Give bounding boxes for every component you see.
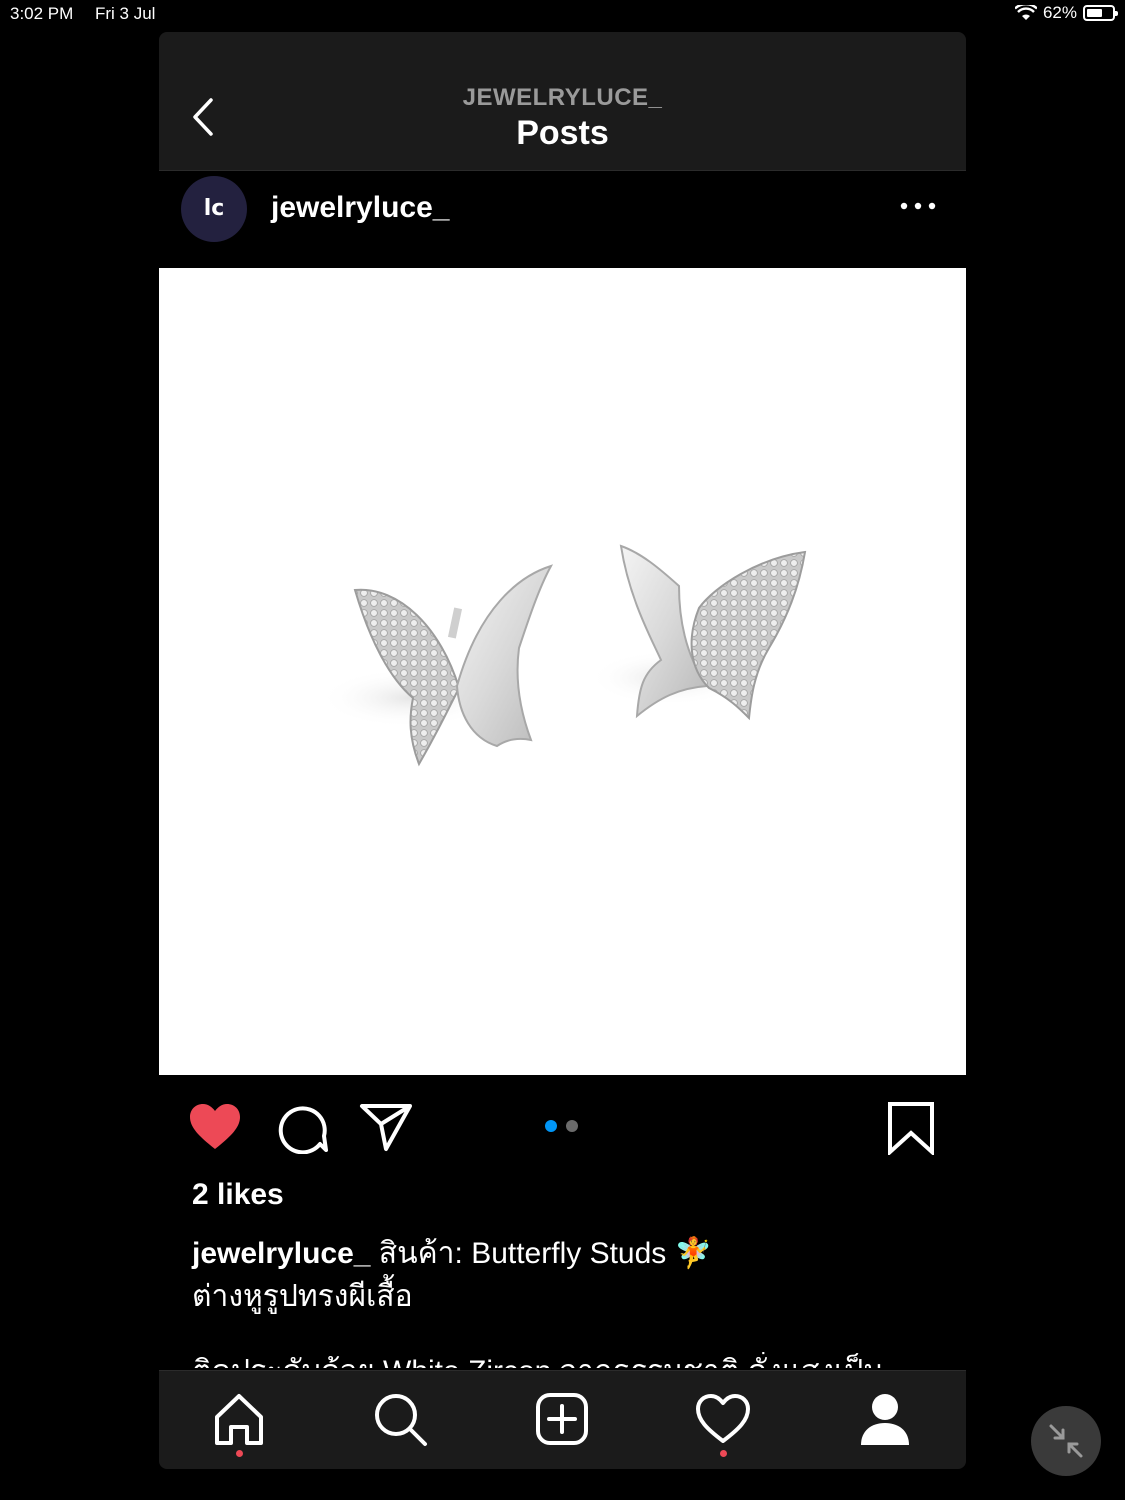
status-time: 3:02 PM [10,4,74,23]
status-bar: 3:02 PM Fri 3 Jul 62% [0,0,1125,30]
caption-line-3: ติดประดับด้วย White Zircon จากธรรมชาติ ด… [192,1352,932,1368]
carousel-dot-active [545,1120,557,1132]
avatar-monogram: lc [203,196,225,221]
minimize-arrows-icon [1049,1424,1083,1458]
home-icon [215,1394,263,1445]
comment-icon[interactable] [276,1102,328,1154]
carousel-indicator [545,1120,578,1132]
home-notification-dot [236,1450,243,1457]
caption-text: สินค้า: Butterfly Studs 🧚 [370,1237,712,1270]
caption-author[interactable]: jewelryluce_ [192,1237,370,1270]
page-title: Posts [516,114,609,152]
more-options-icon[interactable] [900,199,936,213]
likes-count[interactable]: 2 likes [192,1178,284,1212]
navigation-header: JEWELRYLUCE_ Posts [159,32,966,171]
heart-liked-icon[interactable] [188,1103,242,1151]
bookmark-icon[interactable] [887,1101,935,1155]
activity-notification-dot [720,1450,727,1457]
post-caption: jewelryluce_ สินค้า: Butterfly Studs 🧚 ต… [192,1232,912,1318]
tab-home[interactable] [211,1391,267,1457]
activity-heart-icon [696,1394,750,1443]
search-icon [375,1394,427,1446]
tab-profile[interactable] [857,1391,913,1447]
profile-icon [861,1394,909,1445]
butterfly-earrings-image [319,544,807,767]
post-header: lc jewelryluce_ [159,171,966,267]
battery-icon [1083,5,1118,21]
post-username[interactable]: jewelryluce_ [271,191,449,225]
exit-fullscreen-button[interactable] [1031,1406,1101,1476]
account-name: JEWELRYLUCE_ [462,84,663,111]
caption-overflow: ติดประดับด้วย White Zircon จากธรรมชาติ ด… [192,1352,932,1368]
carousel-dot [566,1120,578,1132]
caption-line-2: ต่างหูรูปทรงผีเสื้อ [192,1280,413,1313]
wifi-icon [1014,5,1037,20]
tab-new-post[interactable] [534,1391,590,1447]
tab-search[interactable] [372,1391,428,1447]
battery-percent: 62% [1042,3,1077,22]
instagram-app: JEWELRYLUCE_ Posts lc jewelryluce_ 2 lik… [159,32,966,1469]
status-date: Fri 3 Jul [95,4,156,23]
tab-activity[interactable] [695,1391,751,1457]
post-image[interactable] [159,268,966,1075]
share-icon[interactable] [359,1102,413,1152]
bottom-tab-bar [159,1370,966,1469]
add-post-icon [536,1393,588,1445]
post-actions [159,1098,966,1158]
avatar[interactable]: lc [181,176,247,242]
